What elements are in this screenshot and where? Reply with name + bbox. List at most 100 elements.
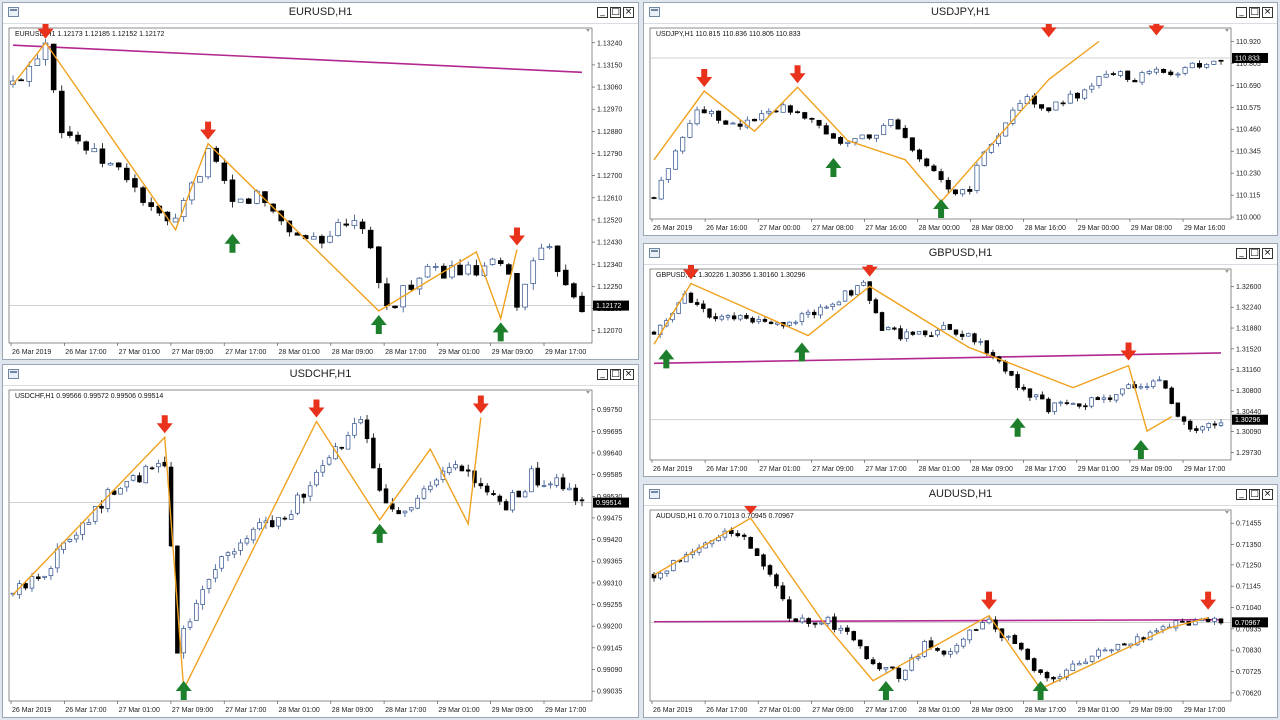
- candle-body: [898, 328, 903, 340]
- time-tick-label: 29 Mar 16:00: [1184, 225, 1225, 232]
- candle-body: [1060, 102, 1066, 105]
- candle-body: [830, 133, 836, 139]
- candle-body: [665, 168, 671, 180]
- price-tick-label: 1.13060: [597, 85, 622, 92]
- minimize-button[interactable]: _: [1236, 489, 1247, 500]
- time-tick-label: 28 Mar 01:00: [919, 707, 960, 714]
- chart-window-usdchf[interactable]: USDCHF,H1 _ □ × USDCHF,H1 0.99566 0.9957…: [2, 364, 639, 718]
- candle-body: [1033, 394, 1039, 398]
- candle-body: [67, 539, 73, 542]
- candle-body: [750, 317, 755, 323]
- candle-body: [832, 616, 837, 630]
- minimize-button[interactable]: _: [1236, 7, 1247, 18]
- price-tick-label: 0.99750: [597, 407, 622, 414]
- candle-body: [1126, 384, 1131, 389]
- chart-window-gbpusd[interactable]: GBPUSD,H1 _ □ × GBPUSD,H1 1.30226 1.3035…: [643, 243, 1278, 477]
- candle-body: [384, 283, 390, 307]
- candle-body: [730, 122, 736, 125]
- candle-body: [1018, 642, 1024, 650]
- plot-area[interactable]: [649, 509, 1232, 702]
- window-titlebar[interactable]: GBPUSD,H1 _ □ ×: [644, 244, 1277, 265]
- restore-button[interactable]: □: [1249, 489, 1260, 500]
- chart-canvas[interactable]: AUDUSD,H1 0.70 0.71013 0.70945 0.70967 0.…: [644, 506, 1277, 717]
- close-button[interactable]: ×: [1262, 248, 1273, 259]
- window-titlebar[interactable]: USDJPY,H1 _ □ ×: [644, 3, 1277, 24]
- close-button[interactable]: ×: [1262, 489, 1273, 500]
- close-button[interactable]: ×: [623, 369, 634, 380]
- chart-canvas[interactable]: USDJPY,H1 110.815 110.836 110.805 110.83…: [644, 24, 1277, 235]
- candle-body: [978, 341, 983, 343]
- time-tick-label: 27 Mar 17:00: [865, 466, 906, 473]
- candle-body: [375, 246, 382, 284]
- chart-header-label: USDJPY,H1 110.815 110.836 110.805 110.83…: [656, 31, 801, 38]
- candle-body: [984, 340, 990, 354]
- plot-area[interactable]: [8, 27, 593, 344]
- price-tick-label: 0.70620: [1236, 690, 1261, 697]
- restore-button[interactable]: □: [610, 369, 621, 380]
- candle-body: [1012, 635, 1018, 644]
- candle-body: [1218, 618, 1224, 624]
- candle-body: [799, 313, 805, 322]
- candle-body: [554, 245, 561, 272]
- price-tick-label: 0.99255: [597, 602, 622, 609]
- candle-body: [83, 141, 89, 151]
- candle-body: [767, 565, 773, 575]
- candle-body: [895, 119, 901, 130]
- window-titlebar[interactable]: USDCHF,H1 _ □ ×: [3, 365, 638, 386]
- candle-body: [866, 134, 872, 139]
- candle-body: [1044, 672, 1050, 679]
- time-tick-label: 29 Mar 17:00: [545, 349, 586, 356]
- window-titlebar[interactable]: EURUSD,H1 _ □ ×: [3, 3, 638, 24]
- minimize-button[interactable]: _: [1236, 248, 1247, 259]
- plot-area[interactable]: [649, 27, 1232, 220]
- close-button[interactable]: ×: [623, 7, 634, 18]
- candle-body: [824, 306, 829, 309]
- price-chart-svg[interactable]: USDCHF,H1 0.99566 0.99572 0.99506 0.9951…: [3, 386, 638, 717]
- candle-body: [762, 319, 768, 322]
- candle-body: [402, 510, 408, 514]
- plot-area[interactable]: [649, 268, 1232, 461]
- candle-body: [1194, 428, 1199, 431]
- chart-window-audusd[interactable]: AUDUSD,H1 _ □ × AUDUSD,H1 0.70 0.71013 0…: [643, 484, 1278, 718]
- price-chart-svg[interactable]: USDJPY,H1 110.815 110.836 110.805 110.83…: [644, 24, 1277, 235]
- candle-body: [947, 324, 953, 330]
- price-tick-label: 1.32240: [1236, 305, 1261, 312]
- candle-body: [1175, 402, 1181, 417]
- price-chart-svg[interactable]: GBPUSD,H1 1.30226 1.30356 1.30160 1.3029…: [644, 265, 1277, 476]
- window-titlebar[interactable]: AUDUSD,H1 _ □ ×: [644, 485, 1277, 506]
- time-tick-label: 28 Mar 01:00: [279, 707, 320, 714]
- price-tick-label: 1.12340: [597, 262, 622, 269]
- time-tick-label: 29 Mar 01:00: [1078, 466, 1119, 473]
- minimize-button[interactable]: _: [597, 369, 608, 380]
- candle-body: [741, 534, 747, 537]
- plot-area[interactable]: [8, 389, 593, 702]
- candle-body: [1083, 661, 1088, 664]
- candle-body: [738, 315, 743, 320]
- price-chart-svg[interactable]: EURUSD,H1 1.12173 1.12185 1.12152 1.1217…: [3, 24, 638, 359]
- minimize-button[interactable]: _: [597, 7, 608, 18]
- candle-body: [1114, 394, 1119, 401]
- time-tick-label: 28 Mar 17:00: [1025, 466, 1066, 473]
- chart-canvas[interactable]: USDCHF,H1 0.99566 0.99572 0.99506 0.9951…: [3, 386, 638, 717]
- restore-button[interactable]: □: [1249, 7, 1260, 18]
- candle-body: [48, 568, 54, 577]
- candle-body: [812, 622, 818, 625]
- candle-body: [194, 603, 199, 621]
- candle-body: [707, 308, 712, 318]
- close-button[interactable]: ×: [1262, 7, 1273, 18]
- chart-canvas[interactable]: GBPUSD,H1 1.30226 1.30356 1.30160 1.3029…: [644, 265, 1277, 476]
- time-tick-label: 27 Mar 16:00: [865, 225, 906, 232]
- price-tick-label: 0.99310: [597, 580, 622, 587]
- candle-body: [1040, 394, 1045, 400]
- chart-canvas[interactable]: EURUSD,H1 1.12173 1.12185 1.12152 1.1217…: [3, 24, 638, 359]
- chart-window-eurusd[interactable]: EURUSD,H1 _ □ × EURUSD,H1 1.12173 1.1218…: [2, 2, 639, 360]
- candle-body: [973, 629, 979, 631]
- price-tick-label: 0.99585: [597, 472, 622, 479]
- candle-body: [1077, 403, 1082, 407]
- price-chart-svg[interactable]: AUDUSD,H1 0.70 0.71013 0.70945 0.70967 0.…: [644, 506, 1277, 717]
- restore-button[interactable]: □: [1249, 248, 1260, 259]
- chart-window-usdjpy[interactable]: USDJPY,H1 _ □ × USDJPY,H1 110.815 110.83…: [643, 2, 1278, 236]
- restore-button[interactable]: □: [610, 7, 621, 18]
- candle-body: [1015, 374, 1020, 388]
- candle-body: [1125, 70, 1131, 80]
